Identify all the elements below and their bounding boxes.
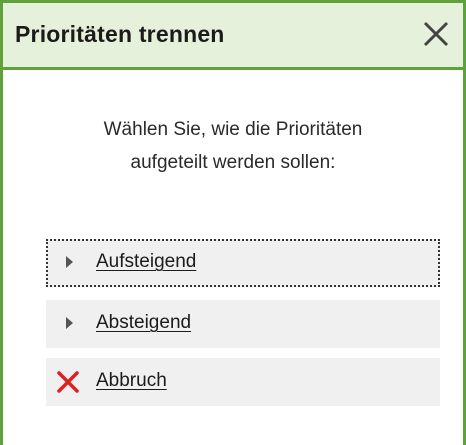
descending-option-button[interactable]: Absteigend — [46, 300, 440, 348]
ascending-option-button[interactable]: Aufsteigend — [46, 239, 440, 287]
triangle-right-icon — [66, 256, 73, 268]
cancel-option-label: Abbruch — [96, 370, 167, 391]
message-line-2: aufgeteilt werden sollen: — [130, 152, 336, 173]
dialog-title: Prioritäten trennen — [15, 21, 225, 47]
cancel-option-button[interactable]: Abbruch — [46, 358, 440, 406]
dialog-titlebar: Prioritäten trennen — [3, 3, 463, 70]
red-x-icon — [57, 371, 79, 393]
dialog-message: Wählen Sie, wie die Prioritäten aufgetei… — [3, 113, 463, 179]
message-line-1: Wählen Sie, wie die Prioritäten — [103, 119, 363, 140]
priority-split-dialog: Prioritäten trennen Wählen Sie, wie die … — [0, 0, 466, 445]
triangle-right-icon — [66, 317, 73, 329]
close-icon — [423, 21, 449, 47]
ascending-option-label: Aufsteigend — [96, 251, 197, 272]
close-button[interactable] — [419, 17, 453, 51]
descending-option-label: Absteigend — [96, 312, 192, 333]
